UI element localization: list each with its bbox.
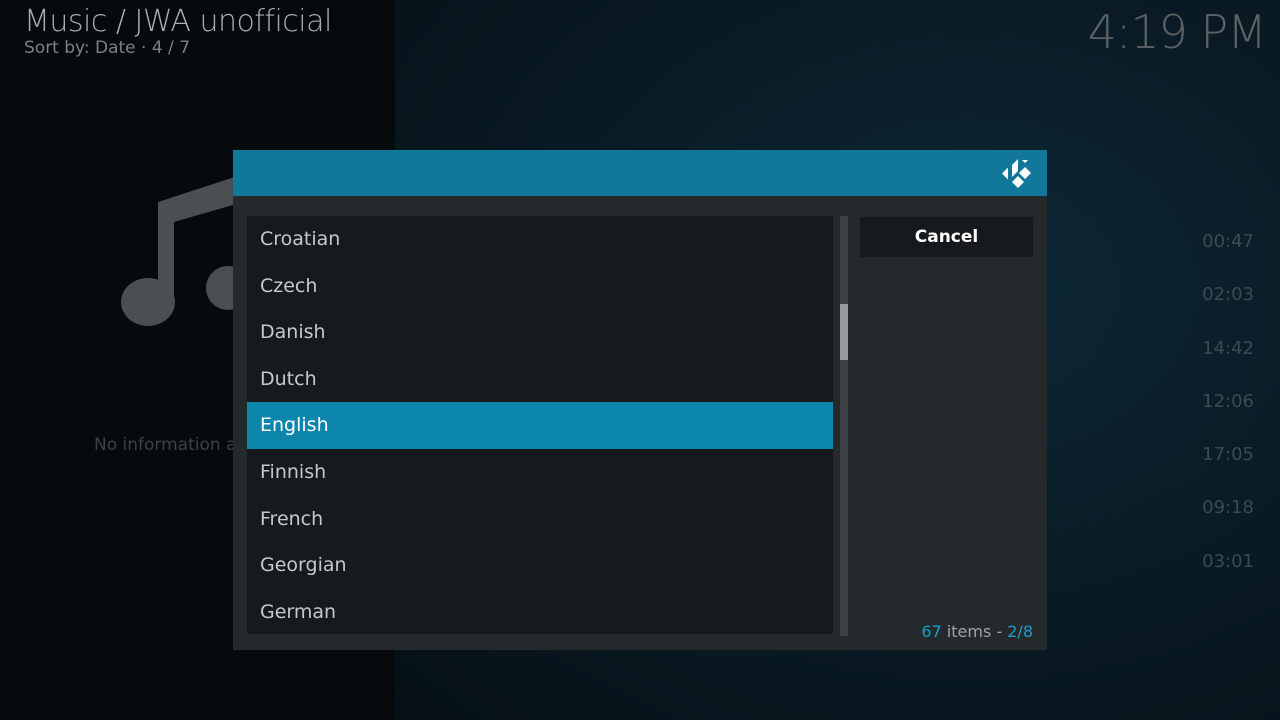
- list-item-selected[interactable]: English: [247, 402, 833, 449]
- language-select-dialog: Croatian Czech Danish Dutch English Finn…: [233, 150, 1047, 650]
- list-item[interactable]: Croatian: [247, 216, 833, 263]
- sort-info: Sort by: Date · 4 / 7: [24, 38, 191, 58]
- duration-list: 00:47 02:03 14:42 12:06 17:05 09:18 03:0…: [1150, 228, 1254, 601]
- duration-item: 12:06: [1202, 390, 1254, 412]
- page-title: Music / JWA unofficial: [24, 4, 332, 39]
- language-list[interactable]: Croatian Czech Danish Dutch English Finn…: [247, 216, 833, 634]
- music-note-icon: [121, 172, 250, 326]
- duration-item: 17:05: [1202, 444, 1254, 466]
- duration-item: 03:01: [1202, 550, 1254, 572]
- duration-item: 00:47: [1202, 231, 1254, 252]
- items-label: items: [946, 622, 992, 641]
- scrollbar-thumb[interactable]: [840, 304, 848, 360]
- duration-item: 14:42: [1202, 337, 1254, 359]
- count-separator: -: [996, 622, 1003, 641]
- list-item[interactable]: Finnish: [247, 449, 833, 496]
- kodi-logo-icon: [1002, 159, 1031, 188]
- dialog-header: [233, 150, 1047, 196]
- list-item[interactable]: French: [247, 496, 833, 543]
- list-item[interactable]: Georgian: [247, 542, 833, 589]
- list-item[interactable]: Czech: [247, 263, 833, 310]
- duration-item: 02:03: [1202, 284, 1254, 306]
- page-indicator: 2/8: [1007, 622, 1033, 641]
- list-item[interactable]: Danish: [247, 309, 833, 356]
- list-item[interactable]: German: [247, 589, 833, 634]
- list-item[interactable]: Dutch: [247, 356, 833, 403]
- scrollbar[interactable]: [840, 216, 848, 636]
- clock: 4:19 PM: [1087, 5, 1267, 59]
- items-count: 67 items - 2/8: [921, 622, 1033, 641]
- cancel-button[interactable]: Cancel: [860, 217, 1033, 257]
- duration-item: 09:18: [1202, 497, 1254, 519]
- total-items: 67: [921, 622, 942, 641]
